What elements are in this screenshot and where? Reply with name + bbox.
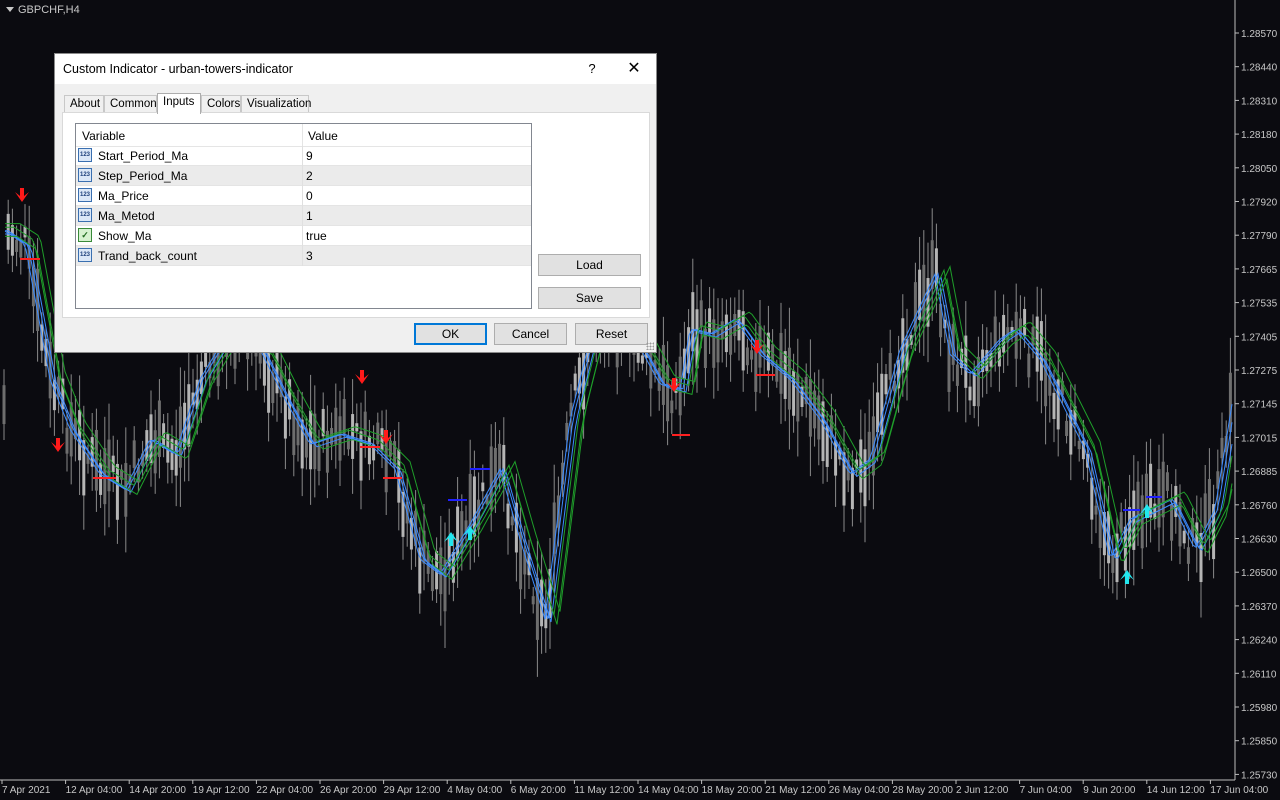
price-tick-label: 1.28440 — [1241, 63, 1278, 74]
reset-button[interactable]: Reset — [575, 323, 648, 345]
price-tick-label: 1.28050 — [1241, 164, 1278, 175]
price-tick-label: 1.27145 — [1241, 400, 1278, 411]
price-tick-label: 1.26370 — [1241, 602, 1278, 613]
dropdown-triangle-icon[interactable] — [6, 7, 14, 12]
time-tick-label: 22 Apr 04:00 — [256, 785, 313, 796]
variable-value[interactable]: 3 — [306, 249, 313, 263]
time-tick-label: 29 Apr 12:00 — [384, 785, 441, 796]
variable-name: Step_Period_Ma — [98, 169, 188, 183]
tab-about[interactable]: About — [64, 95, 104, 112]
price-tick-label: 1.26500 — [1241, 568, 1278, 579]
time-tick-label: 14 Jun 12:00 — [1147, 785, 1205, 796]
cancel-button[interactable]: Cancel — [494, 323, 567, 345]
variable-value[interactable]: 0 — [306, 189, 313, 203]
price-tick-label: 1.27015 — [1241, 433, 1278, 444]
price-tick-label: 1.26110 — [1241, 669, 1277, 680]
variable-value[interactable]: true — [306, 229, 327, 243]
ok-button[interactable]: OK — [414, 323, 487, 345]
price-tick-label: 1.27665 — [1241, 265, 1278, 276]
price-tick-label: 1.28310 — [1241, 96, 1278, 107]
tab-visualization[interactable]: Visualization — [241, 95, 311, 112]
time-tick-label: 21 May 12:00 — [765, 785, 826, 796]
table-row[interactable]: ✓ Show_Ma true — [76, 226, 531, 246]
price-tick-label: 1.27405 — [1241, 332, 1278, 343]
time-tick-label: 2 Jun 12:00 — [956, 785, 1009, 796]
table-row[interactable]: 123 Trand_back_count 3 — [76, 246, 531, 266]
tab-inputs[interactable]: Inputs — [157, 93, 201, 114]
variable-value[interactable]: 9 — [306, 149, 313, 163]
integer-icon: 123 — [78, 188, 92, 202]
dialog-titlebar[interactable]: Custom Indicator - urban-towers-indicato… — [55, 54, 656, 84]
help-icon[interactable]: ? — [581, 54, 603, 84]
price-tick-label: 1.28570 — [1241, 29, 1278, 40]
dialog-title: Custom Indicator - urban-towers-indicato… — [63, 62, 293, 76]
time-tick-label: 9 Jun 20:00 — [1083, 785, 1136, 796]
price-tick-label: 1.27275 — [1241, 366, 1278, 377]
price-tick-label: 1.28180 — [1241, 130, 1278, 141]
table-row[interactable]: 123 Ma_Metod 1 — [76, 206, 531, 226]
integer-icon: 123 — [78, 148, 92, 162]
variable-value[interactable]: 2 — [306, 169, 313, 183]
price-tick-label: 1.27790 — [1241, 231, 1278, 242]
integer-icon: 123 — [78, 168, 92, 182]
table-row[interactable]: 123 Start_Period_Ma 9 — [76, 146, 531, 166]
symbol-label: GBPCHF,H4 — [6, 4, 80, 16]
integer-icon: 123 — [78, 208, 92, 222]
save-button[interactable]: Save — [538, 287, 641, 309]
variable-value[interactable]: 1 — [306, 209, 313, 223]
time-tick-label: 17 Jun 04:00 — [1210, 785, 1268, 796]
variable-name: Ma_Metod — [98, 209, 155, 223]
variable-name: Ma_Price — [98, 189, 149, 203]
time-tick-label: 7 Jun 04:00 — [1020, 785, 1073, 796]
time-tick-label: 6 May 20:00 — [511, 785, 566, 796]
column-value[interactable]: Value — [308, 129, 338, 143]
time-tick-label: 11 May 12:00 — [574, 785, 634, 796]
variable-name: Start_Period_Ma — [98, 149, 189, 163]
price-tick-label: 1.26240 — [1241, 636, 1278, 647]
close-icon[interactable]: ✕ — [621, 54, 647, 84]
table-row[interactable]: 123 Step_Period_Ma 2 — [76, 166, 531, 186]
column-variable[interactable]: Variable — [82, 129, 125, 143]
time-tick-label: 19 Apr 12:00 — [193, 785, 250, 796]
table-row[interactable]: 123 Ma_Price 0 — [76, 186, 531, 206]
inputs-table: Variable Value 123 Start_Period_Ma 9 123… — [75, 123, 532, 309]
price-tick-label: 1.27920 — [1241, 198, 1278, 209]
variable-name: Trand_back_count — [98, 249, 197, 263]
time-tick-label: 4 May 04:00 — [447, 785, 502, 796]
time-tick-label: 28 May 20:00 — [892, 785, 953, 796]
resize-grip-icon[interactable] — [646, 342, 654, 350]
inputs-panel: Variable Value 123 Start_Period_Ma 9 123… — [62, 112, 650, 318]
time-tick-label: 26 Apr 20:00 — [320, 785, 377, 796]
price-tick-label: 1.25850 — [1241, 737, 1278, 748]
time-tick-label: 7 Apr 2021 — [2, 785, 51, 796]
tab-colors[interactable]: Colors — [201, 95, 241, 112]
time-tick-label: 18 May 20:00 — [702, 785, 763, 796]
price-tick-label: 1.25980 — [1241, 703, 1278, 714]
custom-indicator-dialog: Custom Indicator - urban-towers-indicato… — [54, 53, 657, 353]
price-tick-label: 1.26885 — [1241, 467, 1278, 478]
table-header: Variable Value — [76, 124, 531, 147]
price-tick-label: 1.27535 — [1241, 299, 1278, 310]
variable-name: Show_Ma — [98, 229, 152, 243]
time-tick-label: 12 Apr 04:00 — [66, 785, 123, 796]
price-tick-label: 1.26630 — [1241, 535, 1278, 546]
price-tick-label: 1.26760 — [1241, 501, 1278, 512]
price-tick-label: 1.25730 — [1241, 770, 1278, 781]
boolean-icon: ✓ — [78, 228, 92, 242]
time-tick-label: 26 May 04:00 — [829, 785, 890, 796]
load-button[interactable]: Load — [538, 254, 641, 276]
tab-common[interactable]: Common — [104, 95, 157, 112]
integer-icon: 123 — [78, 248, 92, 262]
time-tick-label: 14 Apr 20:00 — [129, 785, 186, 796]
time-tick-label: 14 May 04:00 — [638, 785, 699, 796]
